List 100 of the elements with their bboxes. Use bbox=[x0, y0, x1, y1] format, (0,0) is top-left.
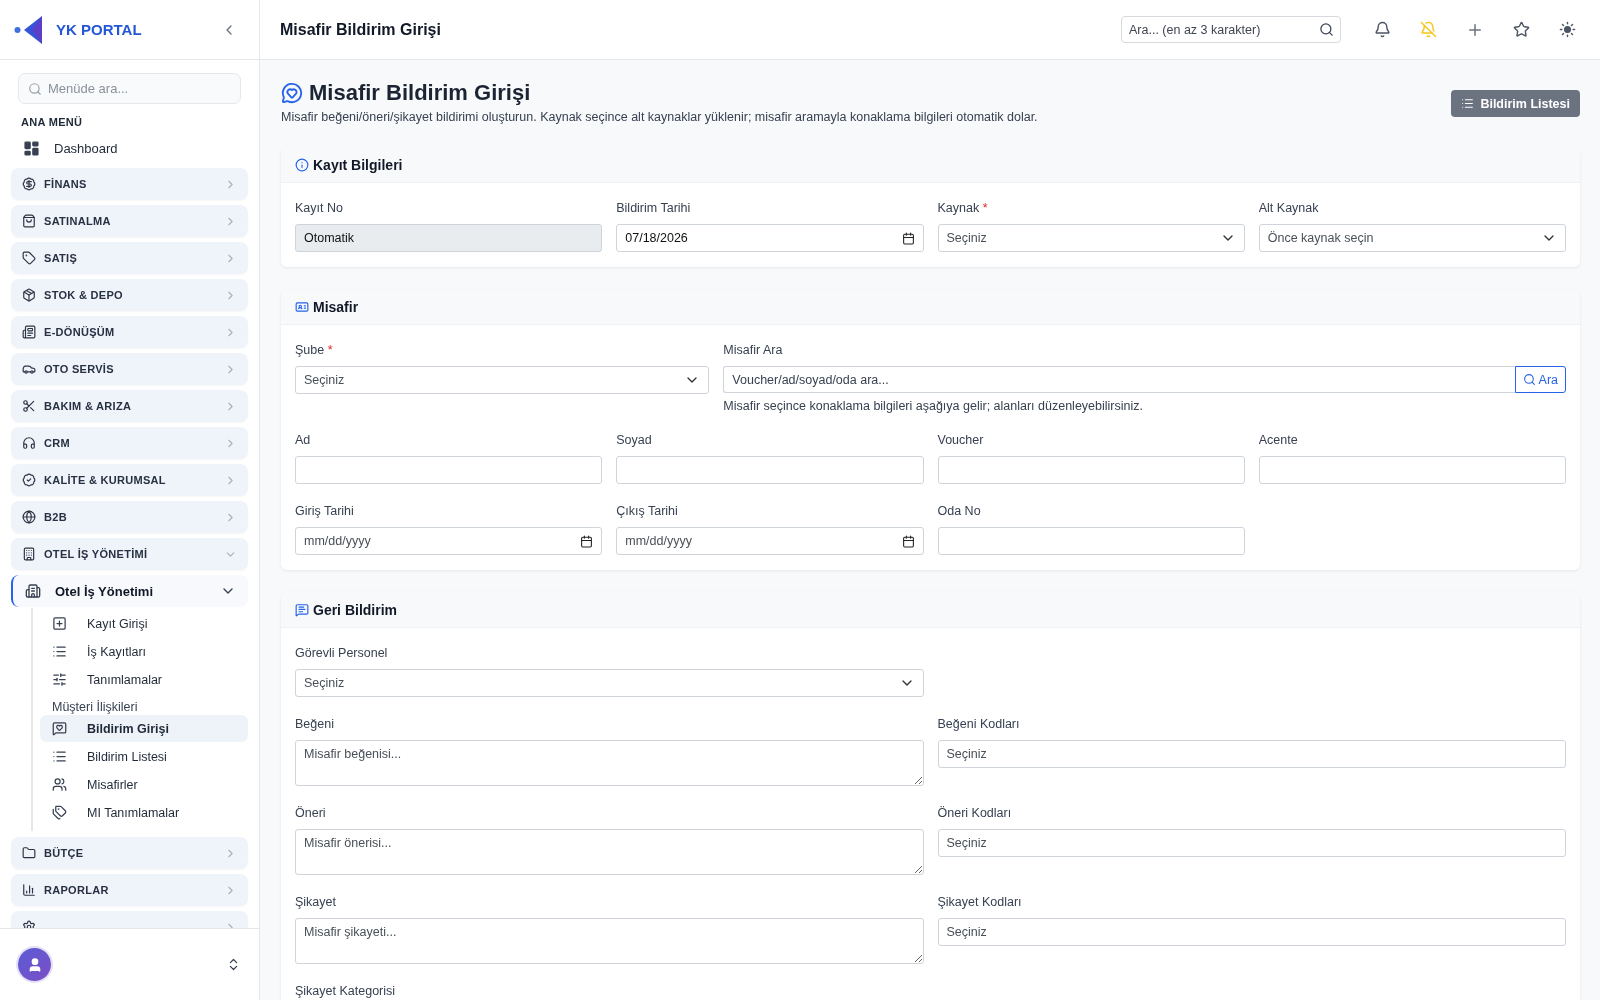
select-field[interactable]: Seçiniz bbox=[295, 366, 710, 394]
bag-icon bbox=[22, 214, 36, 228]
nav-group[interactable]: KALİTE & KURUMSAL bbox=[11, 464, 248, 496]
nav-item[interactable]: MI Tanımlamalar bbox=[40, 799, 248, 826]
field-label: Ad bbox=[295, 433, 312, 447]
select-field[interactable]: Önce kaynak seçin bbox=[1258, 224, 1566, 252]
nav-item[interactable]: Dashboard bbox=[11, 136, 248, 160]
nav-item[interactable]: Tanımlamalar bbox=[40, 666, 248, 693]
input-field[interactable] bbox=[616, 456, 924, 484]
field-label: Bildirim Tarihi bbox=[616, 201, 692, 215]
list-icon bbox=[52, 644, 67, 659]
page-title: Misafir Bildirim Girişi bbox=[309, 80, 531, 106]
nav-group[interactable]: RAPORLAR bbox=[11, 874, 248, 906]
field-label: Oda No bbox=[937, 504, 982, 518]
list-icon bbox=[1461, 97, 1475, 110]
nav-item[interactable]: İş Kayıtları bbox=[40, 638, 248, 665]
nav-group[interactable]: BÜTÇE bbox=[11, 837, 248, 869]
nav-group[interactable]: OTEL İŞ YÖNETİMİ bbox=[11, 538, 248, 570]
nav-group[interactable]: SATINALMA bbox=[11, 205, 248, 237]
bell-icon bbox=[1374, 21, 1391, 38]
nav-group[interactable]: STOK & DEPO bbox=[11, 279, 248, 311]
field-hint: Misafir seçince konaklama bilgileri aşağıya gelir; alanları düzenleyebilirsiniz. bbox=[723, 399, 1144, 413]
user-avatar[interactable] bbox=[18, 948, 51, 981]
date-field[interactable]: mm/dd/yyyy bbox=[616, 527, 924, 555]
search-icon bbox=[1319, 22, 1334, 37]
message-icon bbox=[295, 602, 309, 617]
id-card-icon bbox=[295, 299, 309, 314]
input-field[interactable] bbox=[1258, 456, 1566, 484]
nav-group[interactable]: SATIŞ bbox=[11, 242, 248, 274]
field-label: Öneri bbox=[295, 806, 327, 820]
message-heart-icon bbox=[52, 721, 67, 736]
list-button[interactable]: Bildirim Listesi bbox=[1451, 90, 1580, 117]
date-field[interactable]: mm/dd/yyyy bbox=[295, 527, 603, 555]
input-field[interactable] bbox=[937, 527, 1245, 555]
field-label: Giriş Tarihi bbox=[295, 504, 355, 518]
headphones-icon bbox=[22, 436, 36, 450]
building-icon bbox=[25, 583, 41, 599]
nav-item[interactable]: Bildirim Listesi bbox=[40, 743, 248, 770]
select-field[interactable]: Seçiniz bbox=[295, 669, 924, 697]
field-label: Şikayet Kodları bbox=[937, 895, 1023, 909]
card-title: Geri Bildirim bbox=[313, 601, 398, 618]
nav-group[interactable]: CRM bbox=[11, 427, 248, 459]
nav-item[interactable]: Misafirler bbox=[40, 771, 248, 798]
nav-item[interactable]: Kayıt Girişi bbox=[40, 610, 248, 637]
global-search-field[interactable]: Ara... (en az 3 karakter) bbox=[1121, 16, 1341, 43]
list-icon bbox=[52, 749, 67, 764]
calendar-icon bbox=[901, 534, 915, 548]
folder-icon bbox=[22, 846, 36, 860]
nav-group[interactable]: OTO SERVİS bbox=[11, 353, 248, 385]
car-icon bbox=[22, 362, 36, 376]
calendar-icon bbox=[580, 534, 594, 548]
field-label: Beğeni Kodları bbox=[937, 717, 1021, 731]
money-icon bbox=[22, 177, 36, 191]
nav-submenu[interactable]: Otel İş Yönetimi bbox=[11, 575, 248, 607]
scissors-icon bbox=[22, 399, 36, 413]
nav-group[interactable]: FİNANS bbox=[11, 168, 248, 200]
field-label: Kayıt No bbox=[295, 201, 344, 215]
date-field[interactable]: 07/18/2026 bbox=[616, 224, 924, 252]
plus-square-icon bbox=[52, 616, 67, 631]
text-area[interactable]: Misafir şikayeti... bbox=[295, 918, 924, 964]
field-label: Voucher bbox=[937, 433, 985, 447]
search-field[interactable]: Voucher/ad/soyad/oda ara... bbox=[723, 366, 1515, 393]
text-area[interactable]: Misafir beğenisi... bbox=[295, 740, 924, 786]
box-icon bbox=[22, 288, 36, 302]
users-icon bbox=[52, 777, 67, 792]
menu-search-field[interactable]: Menüde ara... bbox=[18, 73, 241, 104]
nav-group[interactable]: BAKIM & ARIZA bbox=[11, 390, 248, 422]
page-header-title: Misafir Bildirim Girişi bbox=[280, 20, 442, 39]
tags-icon bbox=[52, 805, 67, 820]
field-label: Kaynak * bbox=[937, 201, 989, 215]
input-field[interactable]: Seçiniz bbox=[937, 918, 1566, 946]
sliders-icon bbox=[52, 672, 67, 687]
field-label: Misafir Ara bbox=[723, 343, 784, 357]
building-icon bbox=[22, 547, 36, 561]
search-icon bbox=[1522, 373, 1536, 386]
dashboard-icon bbox=[23, 139, 40, 157]
field-label: Şikayet bbox=[295, 895, 337, 909]
input-field[interactable]: Seçiniz bbox=[937, 829, 1566, 857]
input-field[interactable]: Seçiniz bbox=[937, 740, 1566, 768]
section-title: ANA MENÜ bbox=[20, 116, 84, 128]
input-field[interactable] bbox=[295, 456, 603, 484]
field-label: Şikayet Kategorisi bbox=[295, 984, 397, 998]
search-icon bbox=[28, 82, 42, 96]
input-field[interactable] bbox=[937, 456, 1245, 484]
field-label: Görevli Personel bbox=[295, 646, 389, 660]
bar-chart-icon bbox=[22, 883, 36, 897]
globe-icon bbox=[22, 510, 36, 524]
nav-group[interactable]: E-DÖNÜŞÜM bbox=[11, 316, 248, 348]
nav-heading: Müşteri İlişkileri bbox=[51, 699, 139, 715]
page-description: Misafir beğeni/öneri/şikayet bildirimi oluşturun. Kaynak seçince alt kaynaklar yüklenir; misafir aramayla konaklama bilgileri otomatik dolar. bbox=[281, 110, 1038, 124]
nav-item[interactable]: Bildirim Girişi bbox=[40, 715, 248, 742]
document-icon bbox=[22, 325, 36, 339]
text-area[interactable]: Misafir önerisi... bbox=[295, 829, 924, 875]
select-field[interactable]: Seçiniz bbox=[937, 224, 1245, 252]
field-label: Soyad bbox=[616, 433, 653, 447]
field-label: Alt Kaynak bbox=[1258, 201, 1320, 215]
search-button[interactable]: Ara bbox=[1514, 366, 1566, 393]
info-icon bbox=[295, 157, 309, 172]
field-label: Beğeni bbox=[295, 717, 335, 731]
nav-group[interactable]: B2B bbox=[11, 501, 248, 533]
